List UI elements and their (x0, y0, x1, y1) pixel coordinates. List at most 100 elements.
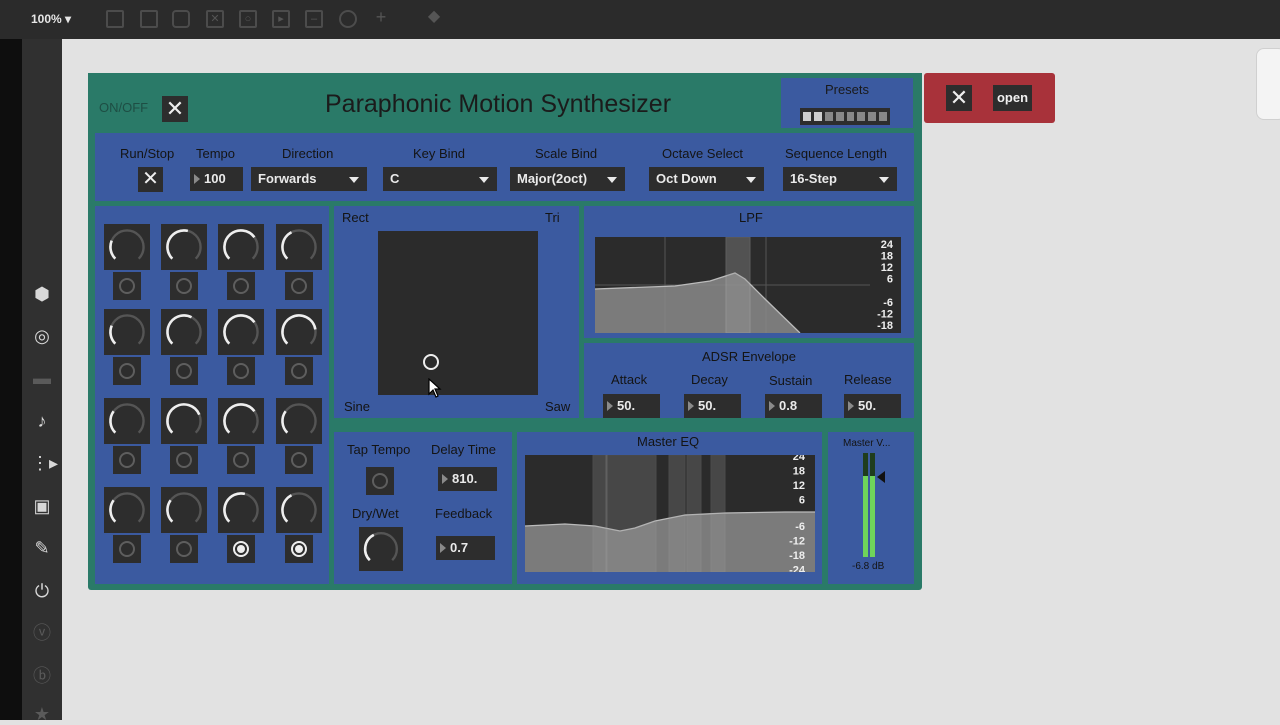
zoom-select[interactable]: 100% ▾ (31, 12, 71, 26)
sequencer-controls: Run/Stop ✕ Tempo 100 Direction Forwards … (95, 133, 914, 201)
sine-label: Sine (344, 399, 371, 414)
window-icon[interactable] (106, 10, 124, 28)
step-pitch-knob[interactable] (104, 224, 150, 270)
preset-slot[interactable] (803, 112, 811, 121)
preset-slot[interactable] (835, 112, 844, 121)
step-toggle[interactable] (227, 357, 255, 385)
target-icon[interactable]: ◎ (31, 325, 53, 347)
close-box-icon[interactable]: ✕ (206, 10, 224, 28)
preset-slot[interactable] (879, 112, 887, 121)
left-edge (0, 39, 22, 720)
step-toggle[interactable] (285, 535, 313, 563)
side-device: ✕ open (924, 73, 1055, 123)
attack-number[interactable]: 50. (603, 394, 660, 418)
master-volume-label: Master V... (843, 438, 891, 449)
paperclip-icon[interactable]: ✎ (31, 537, 53, 559)
step-toggle[interactable] (170, 446, 198, 474)
step-toggle[interactable] (113, 446, 141, 474)
music-note-icon[interactable]: ♪ (31, 410, 53, 432)
sequence-length-dropdown[interactable]: 16-Step (783, 167, 897, 191)
decay-number[interactable]: 50. (684, 394, 741, 418)
tap-tempo-button[interactable] (366, 467, 394, 495)
volume-slider-arrow[interactable] (877, 471, 885, 483)
delay-time-number[interactable]: 810. (438, 467, 497, 491)
on-off-toggle[interactable]: ✕ (162, 96, 188, 122)
step-toggle[interactable] (227, 446, 255, 474)
b-icon[interactable]: ⓑ (31, 665, 53, 687)
db-scale-label: 18 (793, 466, 805, 478)
run-stop-toggle[interactable]: ✕ (138, 167, 163, 192)
preset-slot[interactable] (824, 112, 833, 121)
presets-strip[interactable] (800, 108, 890, 125)
scale-bind-dropdown[interactable]: Major(2oct) (510, 167, 625, 191)
preset-slot[interactable] (857, 112, 866, 121)
presets-label: Presets (824, 82, 870, 97)
step-pitch-knob[interactable] (161, 309, 207, 355)
step-toggle[interactable] (113, 272, 141, 300)
scale-bind-label: Scale Bind (535, 146, 598, 161)
master-volume-db: -6.8 dB (852, 561, 885, 572)
direction-dropdown[interactable]: Forwards (251, 167, 367, 191)
comment-icon[interactable] (140, 10, 158, 28)
preset-slot[interactable] (868, 112, 877, 121)
step-pitch-knob[interactable] (161, 487, 207, 533)
target-box-icon[interactable]: ○ (239, 10, 257, 28)
step-pitch-knob[interactable] (218, 224, 264, 270)
step-pitch-knob[interactable] (161, 224, 207, 270)
open-button[interactable]: open (993, 85, 1032, 111)
right-drawer-tab[interactable] (1256, 48, 1280, 120)
step-pitch-knob[interactable] (218, 309, 264, 355)
step-toggle[interactable] (285, 272, 313, 300)
preset-slot[interactable] (813, 112, 822, 121)
cube-icon[interactable]: ⬢ (31, 283, 53, 305)
master-eq-label: Master EQ (637, 434, 700, 449)
key-bind-dropdown[interactable]: C (383, 167, 497, 191)
message-icon[interactable] (172, 10, 190, 28)
minus-box-icon[interactable]: – (305, 10, 323, 28)
step-pitch-knob[interactable] (276, 487, 322, 533)
lpf-panel: LPF 2418126 -6-12-18-24 (584, 206, 914, 338)
step-pitch-knob[interactable] (218, 398, 264, 444)
star-icon[interactable]: ★ (31, 703, 53, 725)
clip-icon[interactable]: ⋮▸ (31, 452, 58, 474)
release-number[interactable]: 50. (844, 394, 901, 418)
paint-bucket-icon[interactable]: ◆ (425, 9, 443, 28)
step-pitch-knob[interactable] (104, 487, 150, 533)
step-pitch-knob[interactable] (104, 398, 150, 444)
v-icon[interactable]: ⓥ (31, 622, 53, 644)
octave-select-dropdown[interactable]: Oct Down (649, 167, 764, 191)
side-device-toggle[interactable]: ✕ (946, 85, 972, 111)
waveform-xy-pad[interactable] (378, 231, 538, 395)
image-icon[interactable]: ▣ (31, 495, 53, 517)
step-toggle[interactable] (170, 272, 198, 300)
sustain-number[interactable]: 0.8 (765, 394, 822, 418)
tempo-number[interactable]: 100 (190, 167, 243, 191)
step-toggle[interactable] (227, 272, 255, 300)
play-box-icon[interactable]: ▸ (272, 10, 290, 28)
dry-wet-knob[interactable] (359, 527, 403, 571)
film-icon[interactable]: ▬ (31, 367, 53, 389)
step-pitch-knob[interactable] (276, 309, 322, 355)
step-pitch-knob[interactable] (161, 398, 207, 444)
xy-pad-handle[interactable] (422, 354, 439, 371)
step-pitch-knob[interactable] (276, 224, 322, 270)
master-volume-meter[interactable] (863, 453, 877, 557)
plus-icon[interactable]: + (372, 8, 390, 28)
feedback-number[interactable]: 0.7 (436, 536, 495, 560)
master-eq-panel: Master EQ 24 18 12 6 -6 -12 -18 -24 (517, 432, 822, 584)
step-toggle[interactable] (285, 446, 313, 474)
preset-slot[interactable] (846, 112, 855, 121)
step-toggle[interactable] (227, 535, 255, 563)
step-toggle[interactable] (170, 357, 198, 385)
step-toggle[interactable] (113, 357, 141, 385)
lpf-graph[interactable]: 2418126 -6-12-18-24 (595, 237, 901, 333)
step-toggle[interactable] (285, 357, 313, 385)
step-toggle[interactable] (113, 535, 141, 563)
step-pitch-knob[interactable] (276, 398, 322, 444)
master-eq-graph[interactable]: 24 18 12 6 -6 -12 -18 -24 (525, 455, 815, 572)
dial-icon[interactable] (339, 10, 357, 28)
step-pitch-knob[interactable] (218, 487, 264, 533)
step-toggle[interactable] (170, 535, 198, 563)
plug-icon[interactable]: ⏻ (31, 580, 53, 602)
step-pitch-knob[interactable] (104, 309, 150, 355)
